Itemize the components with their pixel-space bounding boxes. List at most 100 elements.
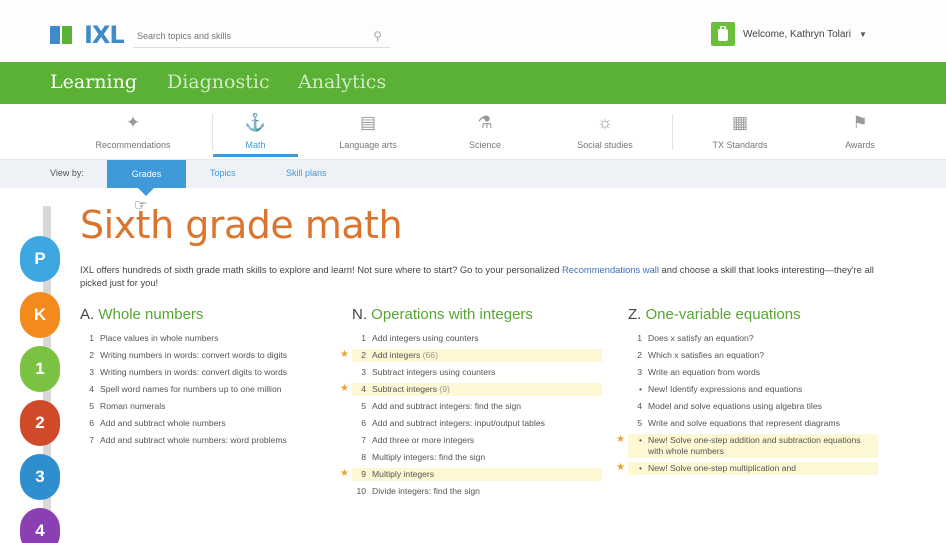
- flask-icon: ⚗: [477, 113, 493, 132]
- skill-item-new-practiced[interactable]: ★ • New! Solve one-step multiplication and: [616, 462, 878, 475]
- star-icon: ★: [616, 434, 625, 445]
- category-heading[interactable]: A. Whole numbers: [80, 306, 308, 323]
- skill-number: 6: [361, 418, 366, 428]
- skill-link[interactable]: Add integers: [372, 350, 420, 360]
- welcome-text[interactable]: Welcome, Kathryn Tolari: [743, 29, 851, 40]
- skill-item-practiced[interactable]: ★ 9 Multiply integers: [340, 468, 602, 481]
- skill-link[interactable]: Place values in whole numbers: [100, 333, 218, 344]
- grade-k-button[interactable]: K: [20, 292, 60, 338]
- view-by-topics[interactable]: Topics: [210, 168, 236, 178]
- skill-link[interactable]: Add and subtract whole numbers: word pro…: [100, 435, 287, 446]
- clipboard-icon: ▦: [731, 113, 749, 132]
- star-icon: ★: [340, 349, 349, 360]
- search-box[interactable]: ⚲: [133, 24, 390, 48]
- skill-link[interactable]: Divide integers: find the sign: [372, 486, 480, 497]
- skill-item[interactable]: 5 Write and solve equations that represen…: [628, 417, 878, 430]
- skill-link[interactable]: Subtract integers: [372, 384, 437, 394]
- skill-link[interactable]: Spell word names for numbers up to one m…: [100, 384, 282, 395]
- divider: [672, 114, 673, 150]
- grade-1-button[interactable]: 1: [20, 346, 60, 392]
- skill-item-practiced[interactable]: ★ 4 Subtract integers (9): [340, 383, 602, 396]
- skill-number: 5: [361, 401, 366, 411]
- subject-tx-standards[interactable]: ▦ TX Standards: [690, 112, 790, 150]
- skill-item[interactable]: 7 Add three or more integers: [352, 434, 602, 447]
- tab-analytics[interactable]: Analytics: [298, 71, 386, 93]
- search-input[interactable]: [133, 30, 353, 41]
- skill-item[interactable]: 3 Write an equation from words: [628, 366, 878, 379]
- bullet: •: [638, 463, 642, 473]
- skill-number: 3: [361, 367, 366, 377]
- star-icon: ★: [340, 468, 349, 479]
- intro-text: IXL offers hundreds of sixth grade math …: [80, 263, 892, 289]
- skill-item-practiced[interactable]: ★ 2 Add integers (66): [340, 349, 602, 362]
- subject-bar: ✦ Recommendations ⚓ Math ▤ Language arts…: [0, 104, 946, 160]
- subject-social-studies[interactable]: ☼ Social studies: [555, 112, 655, 150]
- skill-item-new[interactable]: • New! Identify expressions and equations: [628, 383, 878, 396]
- skill-link[interactable]: Write and solve equations that represent…: [648, 418, 840, 429]
- skill-number: 2: [89, 350, 94, 360]
- category-name: Operations with integers: [371, 306, 533, 323]
- grade-3-button[interactable]: 3: [20, 454, 60, 500]
- search-icon[interactable]: ⚲: [373, 29, 382, 43]
- subject-math[interactable]: ⚓ Math: [213, 112, 298, 150]
- chevron-down-icon[interactable]: ▼: [859, 30, 867, 39]
- skill-link[interactable]: Subtract integers using counters: [372, 367, 495, 378]
- globe-icon: ☼: [597, 113, 613, 132]
- ixl-logo[interactable]: IXL: [50, 21, 125, 49]
- grade-p-button[interactable]: P: [20, 236, 60, 282]
- star-icon: ★: [616, 462, 625, 473]
- skill-link[interactable]: Roman numerals: [100, 401, 165, 412]
- skill-link[interactable]: Writing numbers in words: convert words …: [100, 350, 287, 361]
- skill-item[interactable]: 5 Add and subtract integers: find the sig…: [352, 400, 602, 413]
- backpack-icon[interactable]: [711, 22, 735, 46]
- tab-diagnostic[interactable]: Diagnostic: [167, 71, 270, 93]
- category-heading[interactable]: N. Operations with integers: [352, 306, 602, 323]
- skill-item[interactable]: 1 Place values in whole numbers: [80, 332, 308, 345]
- skill-link[interactable]: Write an equation from words: [648, 367, 760, 378]
- skill-link[interactable]: Multiply integers: [372, 469, 434, 480]
- skill-item[interactable]: 4 Spell word names for numbers up to one …: [80, 383, 308, 396]
- skill-link[interactable]: Which x satisfies an equation?: [648, 350, 764, 361]
- skill-link[interactable]: Add integers using counters: [372, 333, 479, 344]
- skill-link[interactable]: New! Solve one-step multiplication and: [648, 463, 796, 474]
- skill-link[interactable]: Does x satisfy an equation?: [648, 333, 754, 344]
- skill-link[interactable]: Add and subtract integers: input/output …: [372, 418, 545, 429]
- grade-2-button[interactable]: 2: [20, 400, 60, 446]
- skill-item[interactable]: 3 Subtract integers using counters: [352, 366, 602, 379]
- skill-item[interactable]: 2 Which x satisfies an equation?: [628, 349, 878, 362]
- user-menu[interactable]: Welcome, Kathryn Tolari ▼: [711, 22, 867, 46]
- tab-learning[interactable]: Learning: [50, 71, 137, 93]
- recommendations-wall-link[interactable]: Recommendations wall: [562, 264, 659, 275]
- skill-item[interactable]: 8 Multiply integers: find the sign: [352, 451, 602, 464]
- skill-number: 1: [361, 333, 366, 343]
- skill-item[interactable]: 3 Writing numbers in words: convert digit…: [80, 366, 308, 379]
- skill-item[interactable]: 2 Writing numbers in words: convert words…: [80, 349, 308, 362]
- skill-item[interactable]: 6 Add and subtract integers: input/output…: [352, 417, 602, 430]
- skill-link[interactable]: Multiply integers: find the sign: [372, 452, 485, 463]
- skill-item-new-practiced[interactable]: ★ • New! Solve one-step addition and subtr…: [616, 434, 878, 458]
- skill-item[interactable]: 5 Roman numerals: [80, 400, 308, 413]
- subject-recommendations[interactable]: ✦ Recommendations: [78, 112, 188, 150]
- skill-link[interactable]: Add three or more integers: [372, 435, 474, 446]
- subject-awards[interactable]: ⚑ Awards: [820, 112, 900, 150]
- view-by-grades-button[interactable]: Grades: [107, 160, 186, 188]
- skill-link[interactable]: New! Solve one-step addition and subtrac…: [648, 435, 875, 457]
- skill-link[interactable]: Add and subtract integers: find the sign: [372, 401, 521, 412]
- skill-link[interactable]: Add and subtract whole numbers: [100, 418, 226, 429]
- skill-item[interactable]: 10 Divide integers: find the sign: [352, 485, 602, 498]
- grade-4-button[interactable]: 4: [20, 508, 60, 543]
- skill-item[interactable]: 4 Model and solve equations using algebra…: [628, 400, 878, 413]
- skill-number: 4: [89, 384, 94, 394]
- skill-link[interactable]: New! Identify expressions and equations: [648, 384, 802, 395]
- skill-item[interactable]: 7 Add and subtract whole numbers: word pr…: [80, 434, 308, 447]
- skill-item[interactable]: 1 Does x satisfy an equation?: [628, 332, 878, 345]
- subject-science[interactable]: ⚗ Science: [440, 112, 530, 150]
- skill-item[interactable]: 6 Add and subtract whole numbers: [80, 417, 308, 430]
- skill-link[interactable]: Writing numbers in words: convert digits…: [100, 367, 287, 378]
- skill-link[interactable]: Model and solve equations using algebra …: [648, 401, 822, 412]
- subject-language-arts[interactable]: ▤ Language arts: [318, 112, 418, 150]
- view-by-skill-plans[interactable]: Skill plans: [286, 168, 327, 178]
- sparkle-icon: ✦: [125, 113, 141, 132]
- skill-item[interactable]: 1 Add integers using counters: [352, 332, 602, 345]
- category-heading[interactable]: Z. One-variable equations: [628, 306, 878, 323]
